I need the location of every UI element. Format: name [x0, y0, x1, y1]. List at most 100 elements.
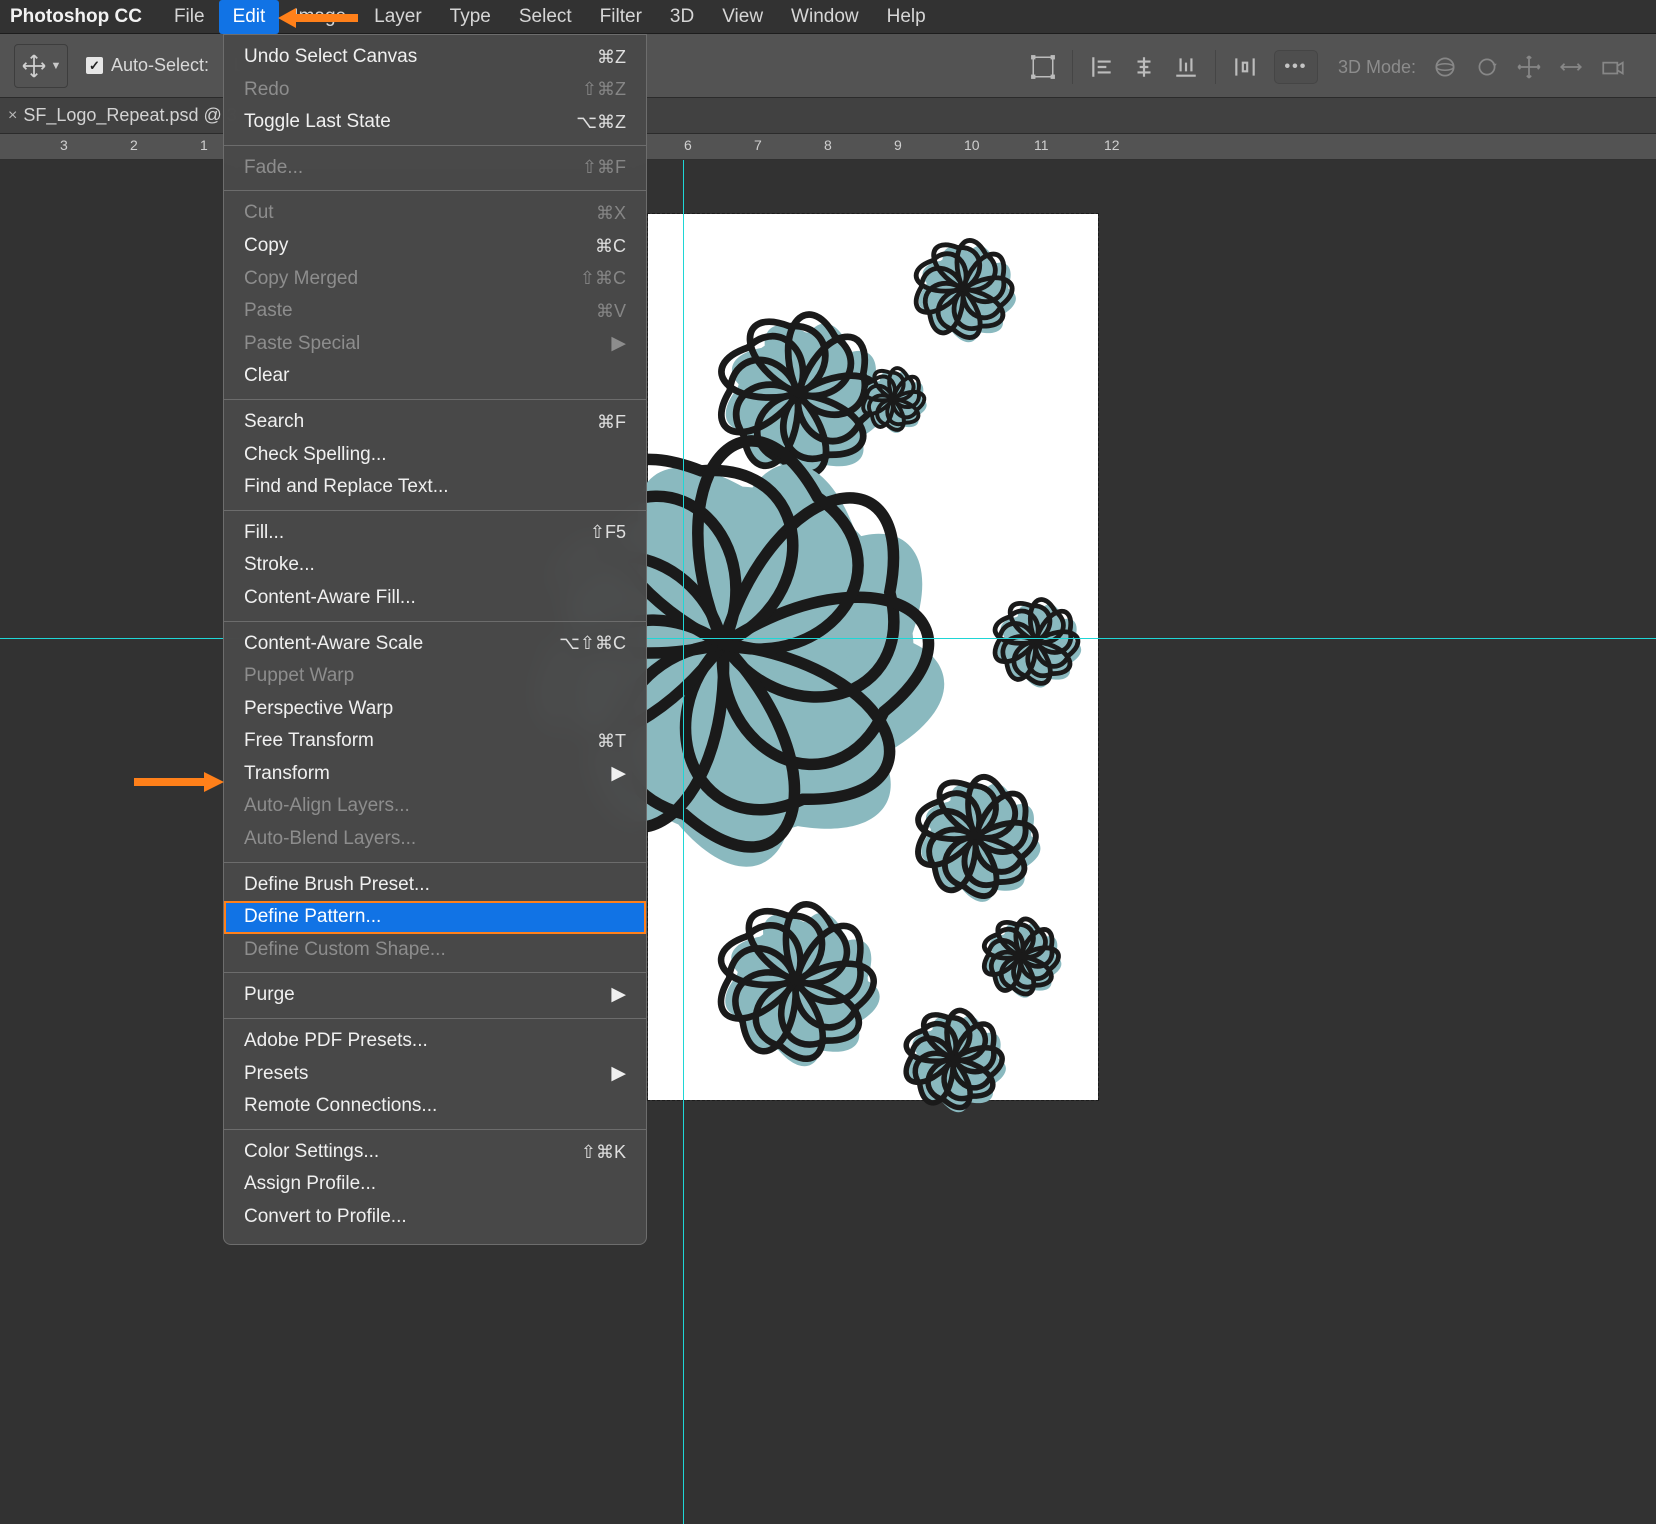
menu-item-stroke[interactable]: Stroke...	[224, 549, 646, 582]
menu-item-shortcut: ⌘T	[597, 729, 626, 754]
transform-controls-icon[interactable]	[1030, 54, 1056, 80]
menubar-item-layer[interactable]: Layer	[360, 0, 436, 34]
menubar-item-select[interactable]: Select	[505, 0, 586, 34]
menu-item-shortcut: ⌘Z	[597, 45, 626, 70]
menu-item-color-settings[interactable]: Color Settings...⇧⌘K	[224, 1136, 646, 1169]
menu-item-label: Fade...	[244, 155, 303, 182]
ruler-tick: 12	[1104, 137, 1120, 153]
menu-item-label: Undo Select Canvas	[244, 44, 417, 71]
menu-separator	[224, 190, 646, 191]
menubar-item-filter[interactable]: Filter	[586, 0, 656, 34]
close-tab-button[interactable]: ×	[8, 107, 17, 125]
menu-item-label: Redo	[244, 77, 289, 104]
menu-item-label: Content-Aware Scale	[244, 631, 423, 658]
menu-item-find-and-replace-text[interactable]: Find and Replace Text...	[224, 471, 646, 504]
menu-item-label: Define Pattern...	[244, 904, 381, 931]
menu-item-shortcut: ⇧⌘F	[582, 155, 626, 180]
menu-item-cut: Cut⌘X	[224, 197, 646, 230]
menu-item-define-custom-shape: Define Custom Shape...	[224, 934, 646, 967]
submenu-arrow-icon: ▶	[611, 982, 626, 1009]
menu-separator	[224, 399, 646, 400]
menu-item-shortcut: ⌘C	[595, 234, 626, 259]
menu-item-label: Toggle Last State	[244, 109, 391, 136]
menu-item-label: Define Custom Shape...	[244, 937, 446, 964]
menu-separator	[224, 621, 646, 622]
menu-item-label: Assign Profile...	[244, 1171, 376, 1198]
auto-select-option[interactable]: ✓ Auto-Select:	[86, 55, 209, 76]
menu-item-redo: Redo ⇧⌘Z	[224, 74, 646, 107]
slide-icon[interactable]	[1558, 54, 1584, 80]
menu-item-shortcut: ⌥⌘Z	[576, 110, 626, 135]
menu-item-toggle-last-state[interactable]: Toggle Last State ⌥⌘Z	[224, 106, 646, 139]
submenu-arrow-icon: ▶	[611, 331, 626, 358]
menubar-item-window[interactable]: Window	[777, 0, 873, 34]
camera-icon[interactable]	[1600, 54, 1626, 80]
vertical-guide[interactable]	[683, 160, 684, 1524]
menu-item-label: Perspective Warp	[244, 696, 393, 723]
menubar: Photoshop CC FileEditImageLayerTypeSelec…	[0, 0, 1656, 34]
app-name: Photoshop CC	[0, 6, 160, 28]
menu-item-convert-to-profile[interactable]: Convert to Profile...	[224, 1201, 646, 1234]
menu-item-label: Copy Merged	[244, 266, 358, 293]
menu-item-label: Purge	[244, 982, 295, 1009]
menubar-item-view[interactable]: View	[708, 0, 777, 34]
menu-item-label: Paste	[244, 298, 293, 325]
menu-item-label: Auto-Align Layers...	[244, 793, 410, 820]
menu-item-label: Transform	[244, 761, 330, 788]
menubar-item-edit[interactable]: Edit	[219, 0, 280, 34]
menubar-item-help[interactable]: Help	[873, 0, 940, 34]
menu-item-fill[interactable]: Fill...⇧F5	[224, 517, 646, 550]
menu-item-paste: Paste⌘V	[224, 295, 646, 328]
menu-item-content-aware-fill[interactable]: Content-Aware Fill...	[224, 582, 646, 615]
menu-item-adobe-pdf-presets[interactable]: Adobe PDF Presets...	[224, 1025, 646, 1058]
menubar-item-file[interactable]: File	[160, 0, 219, 34]
menu-item-label: Fill...	[244, 520, 284, 547]
menu-item-define-pattern[interactable]: Define Pattern...	[224, 901, 646, 934]
menu-item-puppet-warp: Puppet Warp	[224, 660, 646, 693]
menu-separator	[224, 1129, 646, 1130]
menu-item-presets[interactable]: Presets▶	[224, 1058, 646, 1091]
distribute-icon[interactable]	[1232, 54, 1258, 80]
align-left-icon[interactable]	[1089, 54, 1115, 80]
menubar-item-type[interactable]: Type	[436, 0, 505, 34]
menu-separator	[224, 145, 646, 146]
submenu-arrow-icon: ▶	[611, 761, 626, 788]
align-bottom-icon[interactable]	[1173, 54, 1199, 80]
pan-icon[interactable]	[1516, 54, 1542, 80]
rotate-icon[interactable]	[1474, 54, 1500, 80]
menu-item-shortcut: ⇧⌘C	[580, 266, 626, 291]
menu-item-clear[interactable]: Clear	[224, 360, 646, 393]
menu-item-fade: Fade... ⇧⌘F	[224, 152, 646, 185]
menu-item-label: Stroke...	[244, 552, 315, 579]
menu-item-check-spelling[interactable]: Check Spelling...	[224, 439, 646, 472]
menu-item-shortcut: ⌘X	[596, 201, 626, 226]
menubar-item-3d[interactable]: 3D	[656, 0, 708, 34]
menu-item-auto-align-layers: Auto-Align Layers...	[224, 790, 646, 823]
menu-item-content-aware-scale[interactable]: Content-Aware Scale⌥⇧⌘C	[224, 628, 646, 661]
document-canvas[interactable]	[648, 214, 1098, 1100]
more-options-button[interactable]: •••	[1274, 50, 1318, 84]
move-tool-button[interactable]: ▼	[14, 44, 68, 88]
menu-item-assign-profile[interactable]: Assign Profile...	[224, 1168, 646, 1201]
menu-item-remote-connections[interactable]: Remote Connections...	[224, 1090, 646, 1123]
menu-item-label: Content-Aware Fill...	[244, 585, 416, 612]
menu-item-free-transform[interactable]: Free Transform⌘T	[224, 725, 646, 758]
ruler-tick: 11	[1034, 137, 1049, 153]
align-center-h-icon[interactable]	[1131, 54, 1157, 80]
menu-item-search[interactable]: Search⌘F	[224, 406, 646, 439]
options-right-controls: ••• 3D Mode:	[1030, 50, 1626, 84]
menu-item-shortcut: ⇧⌘Z	[582, 77, 626, 102]
menu-separator	[224, 862, 646, 863]
menu-item-perspective-warp[interactable]: Perspective Warp	[224, 693, 646, 726]
menu-item-transform[interactable]: Transform ▶	[224, 758, 646, 791]
auto-select-label: Auto-Select:	[111, 55, 209, 76]
menu-item-copy[interactable]: Copy⌘C	[224, 230, 646, 263]
menu-item-auto-blend-layers: Auto-Blend Layers...	[224, 823, 646, 856]
document-tab-title[interactable]: SF_Logo_Repeat.psd @ 3	[23, 105, 236, 126]
orbit-icon[interactable]	[1432, 54, 1458, 80]
menu-item-undo-select-canvas[interactable]: Undo Select Canvas ⌘Z	[224, 41, 646, 74]
menu-item-shortcut: ⇧⌘K	[581, 1140, 626, 1165]
menu-item-define-brush-preset[interactable]: Define Brush Preset...	[224, 869, 646, 902]
menu-item-label: Search	[244, 409, 304, 436]
menu-item-purge[interactable]: Purge ▶	[224, 979, 646, 1012]
